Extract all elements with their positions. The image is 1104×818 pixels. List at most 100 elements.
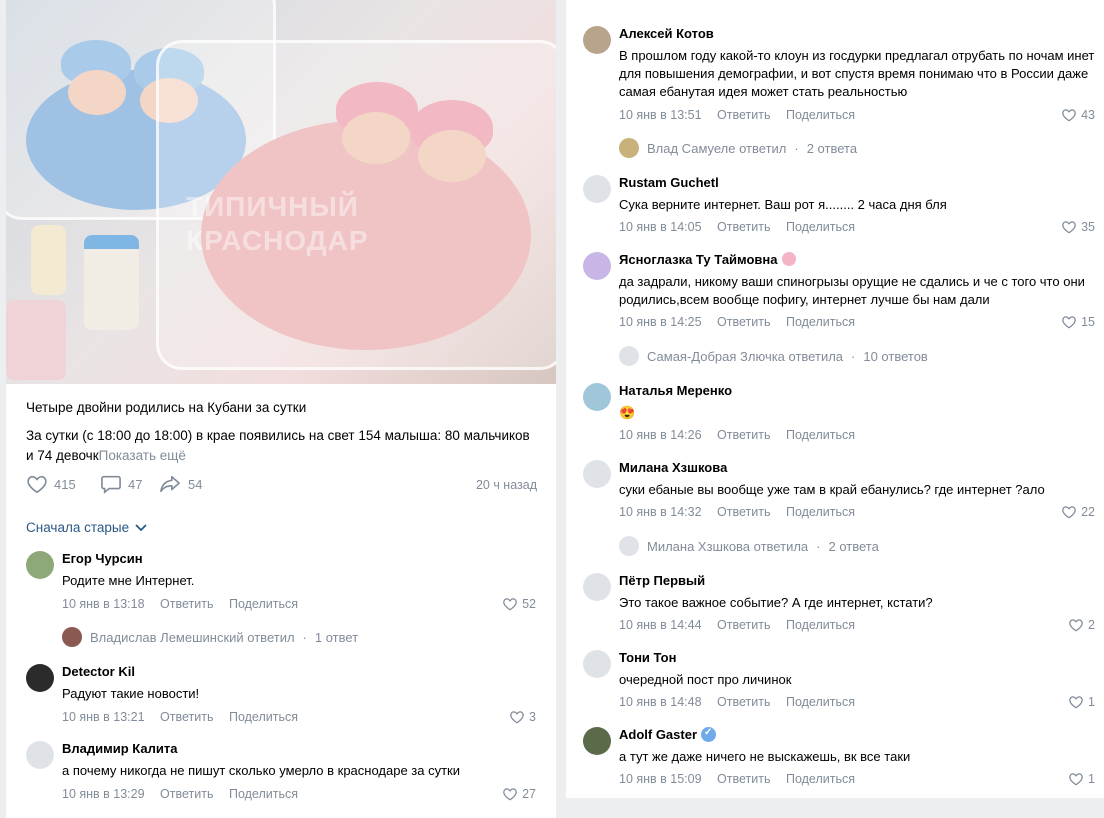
comment-like-button[interactable]: 27 bbox=[502, 787, 536, 801]
comment-like-button[interactable]: 43 bbox=[1061, 108, 1095, 122]
replies-link[interactable]: Милана Хзшкова ответила · 2 ответа bbox=[619, 536, 879, 556]
comment-date[interactable]: 10 янв в 14:48 bbox=[619, 695, 702, 709]
comment-like-button[interactable]: 15 bbox=[1061, 315, 1095, 329]
comment-meta: 10 янв в 14:48 Ответить Поделиться bbox=[619, 695, 867, 709]
comment-author[interactable]: Алексей Котов bbox=[619, 26, 714, 41]
like-count: 415 bbox=[54, 476, 76, 492]
comment-author[interactable]: Милана Хзшкова bbox=[619, 460, 727, 475]
reply-button[interactable]: Ответить bbox=[717, 108, 770, 122]
reply-button[interactable]: Ответить bbox=[160, 597, 213, 611]
share-comment-button[interactable]: Поделиться bbox=[786, 108, 855, 122]
comment-date[interactable]: 10 янв в 15:09 bbox=[619, 772, 702, 786]
comment-author[interactable]: Adolf Gaster bbox=[619, 727, 717, 742]
comment-author[interactable]: Пётр Первый bbox=[619, 573, 705, 588]
comment-author[interactable]: Detector Kil bbox=[62, 664, 135, 679]
reply-button[interactable]: Ответить bbox=[717, 315, 770, 329]
comment: Егор Чурсин Родите мне Интернет. 10 янв … bbox=[26, 551, 536, 651]
bottle bbox=[84, 235, 139, 330]
avatar[interactable] bbox=[583, 727, 611, 755]
reply-button[interactable]: Ответить bbox=[160, 787, 213, 801]
reply-button[interactable]: Ответить bbox=[717, 220, 770, 234]
comment-meta: 10 янв в 13:29 Ответить Поделиться bbox=[62, 787, 310, 801]
share-comment-button[interactable]: Поделиться bbox=[786, 315, 855, 329]
avatar[interactable] bbox=[583, 252, 611, 280]
avatar[interactable] bbox=[583, 26, 611, 54]
comment-like-button[interactable]: 2 bbox=[1068, 618, 1095, 632]
avatar[interactable] bbox=[26, 741, 54, 769]
comment-like-button[interactable]: 1 bbox=[1068, 772, 1095, 786]
comment: Владимир Калита а почему никогда не пишу… bbox=[26, 741, 536, 801]
share-comment-button[interactable]: Поделиться bbox=[786, 428, 855, 442]
avatar[interactable] bbox=[26, 664, 54, 692]
comment: Тони Тон очередной пост про личинок 10 я… bbox=[583, 650, 1095, 712]
comment-author[interactable]: Егор Чурсин bbox=[62, 551, 143, 566]
reply-button[interactable]: Ответить bbox=[717, 428, 770, 442]
heart-icon bbox=[510, 711, 524, 724]
post-photo[interactable]: ТИПИЧНЫЙ КРАСНОДАР bbox=[6, 0, 556, 384]
comment-date[interactable]: 10 янв в 13:21 bbox=[62, 710, 145, 724]
reply-button[interactable]: Ответить bbox=[160, 710, 213, 724]
heart-icon bbox=[1069, 696, 1083, 709]
replies-link[interactable]: Влад Самуеле ответил · 2 ответа bbox=[619, 138, 857, 158]
comment-count: 47 bbox=[128, 476, 143, 492]
baby-face bbox=[418, 130, 486, 182]
comment-author[interactable]: Rustam Guchetl bbox=[619, 175, 719, 190]
avatar bbox=[619, 536, 639, 556]
reply-button[interactable]: Ответить bbox=[717, 772, 770, 786]
comment-like-button[interactable]: 1 bbox=[1068, 695, 1095, 709]
comment-date[interactable]: 10 янв в 13:29 bbox=[62, 787, 145, 801]
sort-dropdown[interactable]: Сначала старые bbox=[26, 520, 147, 535]
replies-link[interactable]: Самая-Добрая Злючка ответила · 10 ответо… bbox=[619, 346, 928, 366]
avatar[interactable] bbox=[26, 551, 54, 579]
share-comment-button[interactable]: Поделиться bbox=[786, 695, 855, 709]
comment-like-button[interactable]: 52 bbox=[502, 597, 536, 611]
comment-like-button[interactable]: 35 bbox=[1061, 220, 1095, 234]
comment-like-button[interactable]: 22 bbox=[1061, 505, 1095, 519]
avatar[interactable] bbox=[583, 383, 611, 411]
comment-date[interactable]: 10 янв в 14:32 bbox=[619, 505, 702, 519]
comment-date[interactable]: 10 янв в 14:25 bbox=[619, 315, 702, 329]
baby-face bbox=[68, 70, 126, 115]
share-comment-button[interactable]: Поделиться bbox=[786, 220, 855, 234]
avatar[interactable] bbox=[583, 573, 611, 601]
comment-author[interactable]: Тони Тон bbox=[619, 650, 676, 665]
comment-button[interactable]: 47 bbox=[100, 474, 142, 494]
share-button[interactable]: 54 bbox=[158, 474, 202, 494]
share-comment-button[interactable]: Поделиться bbox=[786, 505, 855, 519]
comment-author[interactable]: Ясноглазка Ту Таймовна bbox=[619, 252, 796, 267]
comment-date[interactable]: 10 янв в 14:05 bbox=[619, 220, 702, 234]
replies-link[interactable]: Владислав Лемешинский ответил · 1 ответ bbox=[62, 627, 358, 647]
comment-like-count: 3 bbox=[529, 710, 536, 724]
reply-button[interactable]: Ответить bbox=[717, 618, 770, 632]
comment-author[interactable]: Владимир Калита bbox=[62, 741, 177, 756]
show-more-link[interactable]: Показать ещё bbox=[99, 448, 186, 463]
comment: Rustam Guchetl Сука верните интернет. Ва… bbox=[583, 175, 1095, 237]
comment-text: а почему никогда не пишут сколько умерло… bbox=[62, 763, 461, 778]
comment-text: очередной пост про личинок bbox=[619, 672, 792, 687]
comment-text: Радуют такие новости! bbox=[62, 686, 200, 701]
comment-date[interactable]: 10 янв в 13:18 bbox=[62, 597, 145, 611]
share-comment-button[interactable]: Поделиться bbox=[229, 787, 298, 801]
comment-text: Родите мне Интернет. bbox=[62, 573, 195, 588]
post-actions: 415 47 54 20 ч назад bbox=[26, 474, 541, 498]
comment-date[interactable]: 10 янв в 13:51 bbox=[619, 108, 702, 122]
heart-icon bbox=[1069, 619, 1083, 632]
heart-icon bbox=[1069, 773, 1083, 786]
like-button[interactable]: 415 bbox=[26, 474, 76, 494]
share-comment-button[interactable]: Поделиться bbox=[229, 710, 298, 724]
avatar[interactable] bbox=[583, 650, 611, 678]
reply-button[interactable]: Ответить bbox=[717, 505, 770, 519]
comment-author[interactable]: Наталья Меренко bbox=[619, 383, 732, 398]
share-comment-button[interactable]: Поделиться bbox=[786, 772, 855, 786]
comment-date[interactable]: 10 янв в 14:44 bbox=[619, 618, 702, 632]
reply-button[interactable]: Ответить bbox=[717, 695, 770, 709]
comment-date[interactable]: 10 янв в 14:26 bbox=[619, 428, 702, 442]
watermark: ТИПИЧНЫЙ КРАСНОДАР bbox=[186, 191, 369, 256]
avatar[interactable] bbox=[583, 460, 611, 488]
comment-like-button[interactable]: 3 bbox=[509, 710, 536, 724]
avatar[interactable] bbox=[583, 175, 611, 203]
reply-count: 10 ответов bbox=[863, 348, 928, 364]
share-comment-button[interactable]: Поделиться bbox=[786, 618, 855, 632]
reply-count: 1 ответ bbox=[314, 629, 359, 645]
share-comment-button[interactable]: Поделиться bbox=[229, 597, 298, 611]
